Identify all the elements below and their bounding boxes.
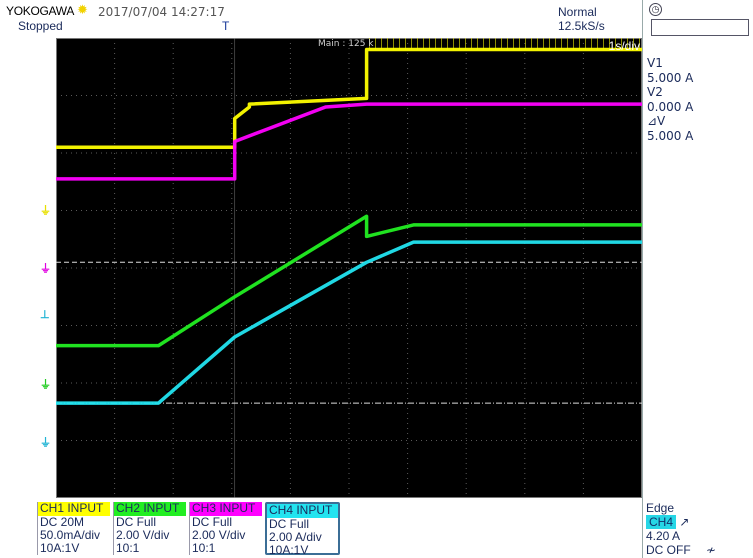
ch2-ground-marker[interactable]: ⏚: [40, 380, 51, 391]
brand-logo: YOKOGAWA: [6, 4, 75, 18]
status-bar: YOKOGAWA ✹ 2017/07/04 14:27:17 Stopped T…: [0, 0, 642, 38]
ch3-header[interactable]: CH3 INPUT: [190, 502, 262, 516]
trigger-settings[interactable]: Edge CH4 ↗ 4.20 A DC OFF ≁: [646, 501, 716, 557]
main-record-length: Main : 125 k: [318, 39, 374, 49]
trigger-coupling: DC OFF: [646, 543, 691, 557]
sun-icon: ✹: [77, 2, 88, 17]
trace-ch2: [56, 214, 642, 348]
waveform-plot: [56, 38, 642, 498]
ch3-settings[interactable]: CH3 INPUT DC Full 2.00 V/div 10:1: [189, 502, 262, 555]
acquisition-status: Stopped: [18, 19, 63, 33]
ch3-probe: 10:1: [192, 541, 216, 555]
ch1-settings[interactable]: CH1 INPUT DC 20M 50.0mA/div 10A:1V: [37, 502, 110, 555]
trigger-source[interactable]: CH4: [646, 515, 677, 529]
ch3-ground-marker[interactable]: ⏚: [40, 264, 51, 275]
v2-value: 0.000 A: [647, 99, 694, 114]
clock-icon[interactable]: ◷: [649, 3, 662, 16]
trigger-type: Edge: [646, 501, 675, 515]
cursor-measurements: V1 5.000 A V2 0.000 A ⊿V 5.000 A: [647, 56, 693, 143]
trigger-level-marker[interactable]: ⊥: [40, 310, 50, 321]
filter-icon: ≁: [706, 543, 717, 557]
trace-ch3: [56, 102, 642, 181]
delta-v-label: ⊿V: [647, 114, 666, 128]
trigger-position-marker[interactable]: T: [222, 19, 229, 33]
ch4-probe: 10A:1V: [269, 543, 309, 557]
ch2-probe: 10:1: [116, 541, 140, 555]
timebase[interactable]: 1s/div: [609, 39, 640, 53]
info-box[interactable]: [651, 19, 749, 36]
trigger-rise-icon: ↗: [679, 515, 690, 529]
datetime: 2017/07/04 14:27:17: [98, 5, 225, 19]
sample-rate: 12.5kS/s: [558, 19, 605, 33]
ch4-header[interactable]: CH4 INPUT: [267, 504, 338, 518]
ch1-ground-marker[interactable]: ⏚: [40, 206, 51, 217]
v1-label: V1: [647, 56, 663, 70]
trigger-mode[interactable]: Normal: [558, 5, 597, 19]
delta-v-value: 5.000 A: [647, 128, 694, 143]
ch1-probe: 10A:1V: [40, 541, 80, 555]
ch4-settings[interactable]: CH4 INPUT DC Full 2.00 A/div 10A:1V: [265, 502, 340, 557]
trigger-level: 4.20 A: [646, 529, 681, 543]
ch4-ground-marker[interactable]: ⏚: [40, 438, 51, 449]
ch1-header[interactable]: CH1 INPUT: [38, 502, 110, 516]
ch2-header[interactable]: CH2 INPUT: [114, 502, 186, 516]
v2-label: V2: [647, 85, 663, 99]
v1-value: 5.000 A: [647, 70, 694, 85]
ch2-settings[interactable]: CH2 INPUT DC Full 2.00 V/div 10:1: [113, 502, 186, 555]
trace-ch1: [56, 47, 642, 150]
channel-ground-markers: ⏚ ⏚ ⊥ ⏚ ⏚: [0, 38, 56, 498]
waveform-display[interactable]: Main : 125 k 1s/div: [56, 38, 642, 498]
